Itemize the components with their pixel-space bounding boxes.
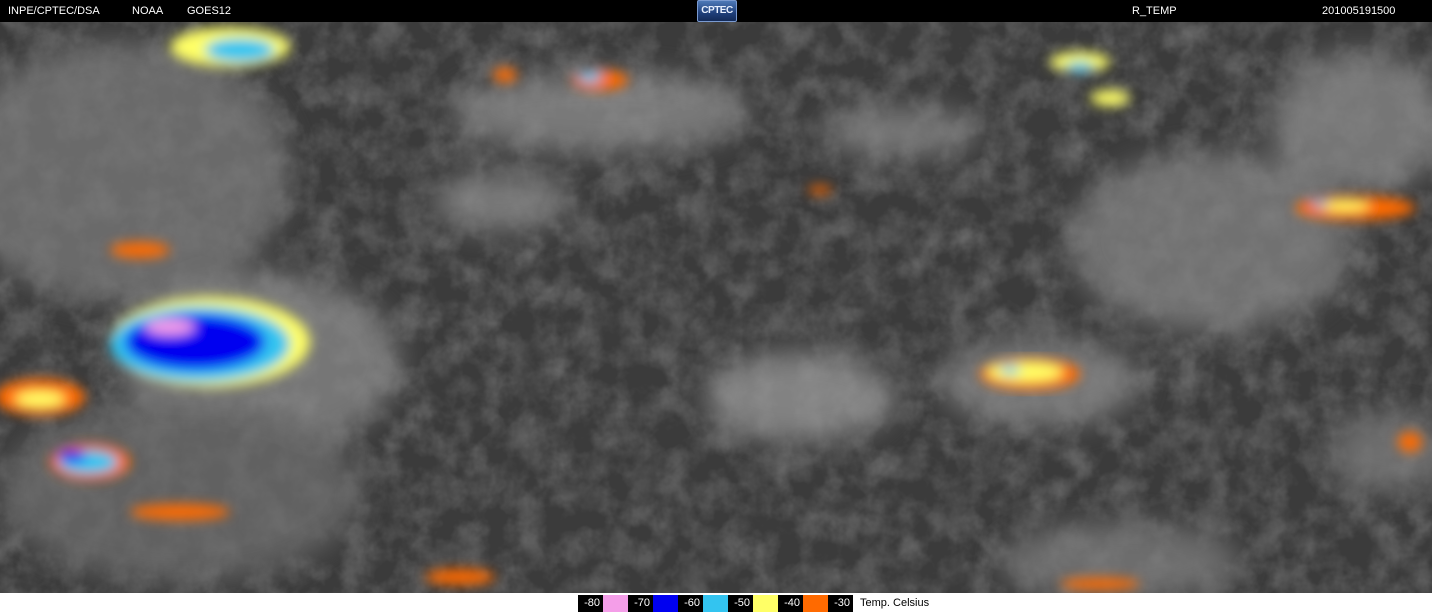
cold-cloud-top-southwest xyxy=(110,297,310,387)
cold-cloud-top-east xyxy=(980,358,1080,390)
temperature-legend: -80 -70 -60 -50 -40 -30 Temp. Celsius xyxy=(0,593,1432,613)
header-bar: INPE/CPTEC/DSA NOAA GOES12 CPTEC R_TEMP … xyxy=(0,0,1432,22)
legend-swatch xyxy=(603,595,628,612)
product-label: R_TEMP xyxy=(1132,5,1177,17)
agency-label: NOAA xyxy=(132,5,164,17)
legend-swatch xyxy=(753,595,778,612)
satellite-image xyxy=(0,22,1432,593)
cptec-logo: CPTEC xyxy=(697,0,737,22)
legend-swatch: -80 xyxy=(578,595,603,612)
legend-caption: Temp. Celsius xyxy=(860,597,930,609)
legend-swatch: -60 xyxy=(678,595,703,612)
legend-swatch xyxy=(703,595,728,612)
legend-swatch: -50 xyxy=(728,595,753,612)
legend-swatch xyxy=(803,595,828,612)
timestamp-label: 201005191500 xyxy=(1322,5,1396,17)
legend-swatch: -70 xyxy=(628,595,653,612)
legend-swatch xyxy=(653,595,678,612)
institution-label: INPE/CPTEC/DSA xyxy=(8,5,100,17)
logo-text: CPTEC xyxy=(701,5,733,16)
legend-swatch: -40 xyxy=(778,595,803,612)
satellite-label: GOES12 xyxy=(187,5,232,17)
legend-swatch: -30 xyxy=(828,595,853,612)
